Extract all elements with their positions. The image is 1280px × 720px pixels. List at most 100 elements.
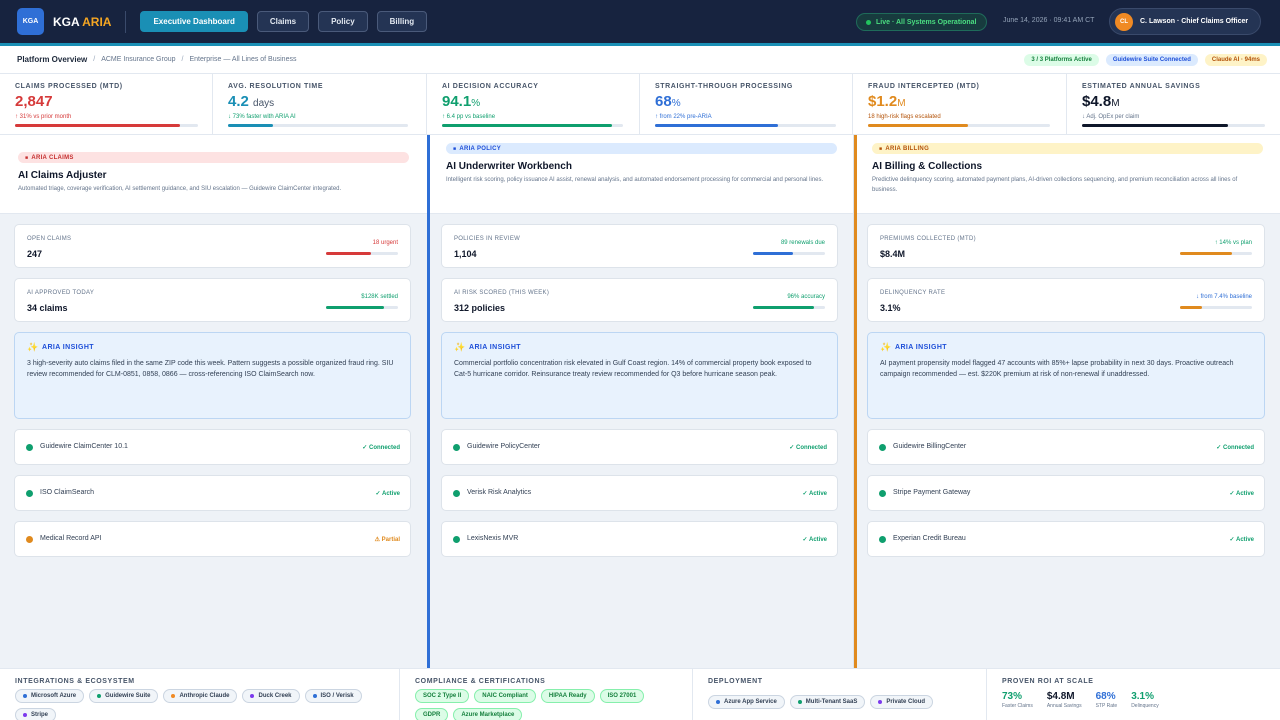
claims-header: ■ ARIA CLAIMS AI Claims Adjuster Automate… (0, 135, 427, 214)
billing-badge: ■ ARIA BILLING (872, 143, 1263, 154)
integration-row[interactable]: Guidewire PolicyCenter ✓ Connected (441, 429, 838, 465)
section-description: Intelligent risk scoring, policy issuanc… (446, 177, 824, 183)
deployment-chips: Azure App Service Multi-Tenant SaaS Priv… (708, 695, 971, 709)
stat-progress-bar (753, 306, 825, 309)
claims-section: ■ ARIA CLAIMS AI Claims Adjuster Automate… (0, 135, 427, 668)
integration-row[interactable]: Medical Record API ⚠ Partial (14, 521, 411, 557)
policy-header: ■ ARIA POLICY AI Underwriter Workbench In… (430, 135, 853, 214)
integration-row[interactable]: Stripe Payment Gateway ✓ Active (867, 475, 1265, 511)
kpi-progress-bar (228, 124, 408, 127)
chip-azure-marketplace[interactable]: Azure Marketplace (453, 708, 523, 720)
kpi-progress-bar (655, 124, 836, 127)
kpi-progress-bar (15, 124, 198, 127)
status-dot-icon (453, 444, 460, 451)
footer-roi: PROVEN ROI AT SCALE 73% Faster Claims $4.… (987, 669, 1280, 720)
claude-latency-tag: Claude AI · 94ms (1204, 54, 1267, 66)
stat-card-premiums[interactable]: PREMIUMS COLLECTED (MTD) $8.4M ↑ 14% vs … (867, 224, 1265, 268)
chip-multi-tenant-saas[interactable]: Multi-Tenant SaaS (789, 695, 866, 709)
nav-claims[interactable]: Claims (256, 11, 310, 32)
sparkle-icon: ✨ (27, 342, 39, 352)
chip-duck-creek[interactable]: Duck Creek (242, 689, 300, 703)
kpi-claims-processed[interactable]: CLAIMS PROCESSED (MTD) 2,847 ↑ 31% vs pr… (0, 74, 213, 135)
stat-card-risk-scored[interactable]: AI RISK SCORED (THIS WEEK) 312 policies … (441, 278, 838, 322)
current-datetime: June 14, 2026 · 09:41 AM CT (1003, 17, 1095, 24)
status-dot-icon (26, 490, 33, 497)
nav-billing[interactable]: Billing (376, 11, 428, 32)
stat-card-ai-approved[interactable]: AI APPROVED TODAY 34 claims $128K settle… (14, 278, 411, 322)
integration-row[interactable]: Verisk Risk Analytics ✓ Active (441, 475, 838, 511)
chip-iso-verisk[interactable]: ISO / Verisk (304, 689, 362, 703)
user-menu[interactable]: CL C. Lawson · Chief Claims Officer (1109, 8, 1261, 35)
chip-iso27001[interactable]: ISO 27001 (599, 689, 645, 703)
kpi-progress-bar (442, 124, 623, 127)
stat-progress-bar (753, 252, 825, 255)
stat-progress-bar (326, 306, 398, 309)
sparkle-icon: ✨ (454, 342, 466, 352)
stat-card-open-claims[interactable]: OPEN CLAIMS 247 18 urgent (14, 224, 411, 268)
stat-progress-bar (326, 252, 398, 255)
stat-card-delinquency[interactable]: DELINQUENCY RATE 3.1% ↓ from 7.4% baseli… (867, 278, 1265, 322)
footer: INTEGRATIONS & ECOSYSTEM Microsoft Azure… (0, 668, 1280, 720)
status-dot-icon (879, 536, 886, 543)
status-dot-icon (26, 536, 33, 543)
guidewire-connected-tag: Guidewire Suite Connected (1105, 54, 1198, 66)
integration-row[interactable]: LexisNexis MVR ✓ Active (441, 521, 838, 557)
section-description: Predictive delinquency scoring, automate… (872, 177, 1238, 193)
chip-azure-app-service[interactable]: Azure App Service (708, 695, 785, 709)
compliance-chips: SOC 2 Type II NAIC Compliant HIPAA Ready… (415, 689, 677, 720)
divider (125, 10, 127, 33)
user-name: C. Lawson · Chief Claims Officer (1140, 18, 1249, 25)
footer-integrations: INTEGRATIONS & ECOSYSTEM Microsoft Azure… (0, 669, 400, 720)
stat-progress-bar (1180, 306, 1252, 309)
integration-chips: Microsoft Azure Guidewire Suite Anthropi… (15, 689, 384, 720)
billing-header: ■ ARIA BILLING AI Billing & Collections P… (857, 135, 1280, 214)
chip-naic[interactable]: NAIC Compliant (474, 689, 536, 703)
status-dot-icon (866, 19, 871, 25)
claims-badge: ■ ARIA CLAIMS (18, 152, 409, 163)
kpi-resolution-time[interactable]: AVG. RESOLUTION TIME 4.2 days ↓ 73% fast… (213, 74, 427, 135)
breadcrumb-current: Platform Overview (17, 55, 88, 64)
breadcrumb-item-org[interactable]: ACME Insurance Group (101, 56, 175, 63)
chip-hipaa[interactable]: HIPAA Ready (540, 689, 595, 703)
chip-gdpr[interactable]: GDPR (415, 708, 449, 720)
kpi-fraud-intercepted[interactable]: FRAUD INTERCEPTED (MTD) $1.2M 18 high-ri… (853, 74, 1067, 135)
section-title: AI Underwriter Workbench (446, 161, 572, 172)
status-dot-icon (453, 490, 460, 497)
avatar: CL (1115, 12, 1133, 31)
chip-stripe[interactable]: Stripe (15, 708, 57, 720)
integration-row[interactable]: Guidewire ClaimCenter 10.1 ✓ Connected (14, 429, 411, 465)
roi-faster-claims: 73% Faster Claims (1002, 691, 1033, 709)
aria-insight-card[interactable]: ✨ ARIA INSIGHT AI payment propensity mod… (867, 332, 1265, 419)
kpi-annual-savings[interactable]: ESTIMATED ANNUAL SAVINGS $4.8M ↓ Adj. Op… (1067, 74, 1280, 135)
chip-private-cloud[interactable]: Private Cloud (870, 695, 934, 709)
brand-name: KGA ARIA (53, 14, 112, 29)
footer-deployment: DEPLOYMENT Azure App Service Multi-Tenan… (693, 669, 987, 720)
policy-badge: ■ ARIA POLICY (446, 143, 837, 154)
status-dot-icon (879, 444, 886, 451)
integration-row[interactable]: Experian Credit Bureau ✓ Active (867, 521, 1265, 557)
section-description: Automated triage, coverage verification,… (18, 186, 342, 192)
app-logo[interactable]: KGA (17, 8, 44, 35)
integration-row[interactable]: ISO ClaimSearch ✓ Active (14, 475, 411, 511)
kpi-straight-through[interactable]: STRAIGHT-THROUGH PROCESSING 68% ↑ from 2… (640, 74, 853, 135)
chip-soc2[interactable]: SOC 2 Type II (415, 689, 470, 703)
kpi-progress-bar (1082, 124, 1265, 127)
status-dot-icon (453, 536, 460, 543)
platforms-active-tag: 3 / 3 Platforms Active (1024, 54, 1099, 66)
breadcrumb-item-scope[interactable]: Enterprise — All Lines of Business (189, 56, 296, 63)
kpi-decision-accuracy[interactable]: AI DECISION ACCURACY 94.1% ↑ 6.4 pp vs b… (427, 74, 640, 135)
system-status-badge[interactable]: Live · All Systems Operational (856, 13, 987, 31)
status-dot-icon (26, 444, 33, 451)
chip-microsoft-azure[interactable]: Microsoft Azure (15, 689, 85, 703)
footer-compliance: COMPLIANCE & CERTIFICATIONS SOC 2 Type I… (400, 669, 693, 720)
stat-progress-bar (1180, 252, 1252, 255)
sparkle-icon: ✨ (880, 342, 892, 352)
nav-executive-dashboard[interactable]: Executive Dashboard (140, 11, 248, 32)
aria-insight-card[interactable]: ✨ ARIA INSIGHT Commercial portfolio conc… (441, 332, 838, 419)
nav-policy[interactable]: Policy (318, 11, 368, 32)
chip-anthropic-claude[interactable]: Anthropic Claude (163, 689, 238, 703)
integration-row[interactable]: Guidewire BillingCenter ✓ Connected (867, 429, 1265, 465)
stat-card-policies-review[interactable]: POLICIES IN REVIEW 1,104 89 renewals due (441, 224, 838, 268)
chip-guidewire-suite[interactable]: Guidewire Suite (89, 689, 159, 703)
aria-insight-card[interactable]: ✨ ARIA INSIGHT 3 high-severity auto clai… (14, 332, 411, 419)
